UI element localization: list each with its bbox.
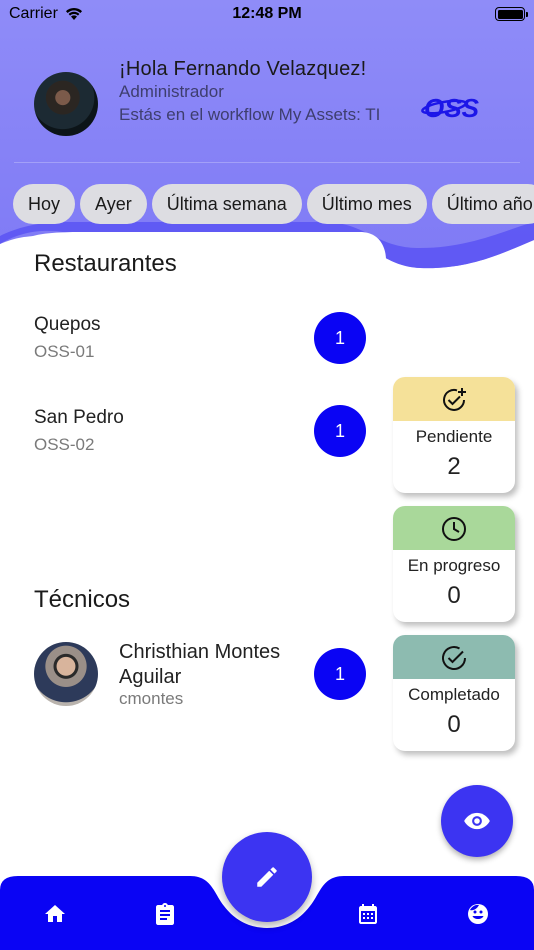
status-card-in-progress[interactable]: En progreso 0 bbox=[393, 506, 515, 622]
status-count: 0 bbox=[447, 711, 461, 738]
user-role: Administrador bbox=[119, 82, 224, 101]
status-bar: Carrier 12:48 PM bbox=[0, 0, 534, 30]
restaurants-title: Restaurantes bbox=[34, 250, 177, 277]
logo-text: OSS bbox=[424, 93, 480, 122]
header-background bbox=[0, 0, 534, 280]
technician-count-badge[interactable]: 1 bbox=[314, 648, 366, 700]
status-card-completed[interactable]: Completado 0 bbox=[393, 635, 515, 751]
filter-chip-today[interactable]: Hoy bbox=[13, 184, 76, 224]
restaurant-name[interactable]: Quepos bbox=[34, 314, 101, 336]
battery-icon bbox=[495, 7, 528, 21]
technician-username: cmontes bbox=[119, 689, 184, 708]
status-count: 2 bbox=[447, 453, 461, 480]
clock: 12:48 PM bbox=[232, 5, 302, 22]
user-avatar[interactable] bbox=[34, 72, 98, 136]
clipboard-icon[interactable] bbox=[153, 902, 177, 926]
date-filter-chips: Hoy Ayer Última semana Último mes Último… bbox=[13, 184, 534, 224]
status-label: Completado bbox=[408, 685, 500, 704]
view-button[interactable] bbox=[441, 785, 513, 857]
face-icon[interactable] bbox=[466, 902, 490, 926]
workflow-text: Estás en el workflow My Assets: TI bbox=[119, 105, 381, 124]
header-divider bbox=[14, 162, 520, 163]
status-label: En progreso bbox=[407, 556, 501, 575]
status-count: 0 bbox=[447, 582, 461, 609]
card-header bbox=[393, 377, 515, 421]
status-label: Pendiente bbox=[415, 427, 493, 446]
technicians-title: Técnicos bbox=[34, 586, 131, 613]
restaurant-count-badge[interactable]: 1 bbox=[314, 405, 366, 457]
filter-chip-last-week[interactable]: Última semana bbox=[151, 184, 302, 224]
restaurant-code: OSS-02 bbox=[34, 435, 95, 454]
oss-logo: OSS bbox=[421, 93, 480, 122]
clock-icon bbox=[442, 517, 466, 541]
restaurant-count-badge[interactable]: 1 bbox=[314, 312, 366, 364]
card-header bbox=[393, 506, 515, 550]
edit-button[interactable] bbox=[222, 832, 312, 922]
pencil-icon bbox=[257, 867, 277, 887]
filter-chip-yesterday[interactable]: Ayer bbox=[80, 184, 147, 224]
technician-name[interactable]: Christhian Montes Aguilar bbox=[119, 640, 299, 690]
filter-chip-last-year[interactable]: Último año bbox=[431, 184, 534, 224]
eye-icon bbox=[464, 812, 490, 830]
card-header bbox=[393, 635, 515, 679]
restaurant-code: OSS-01 bbox=[34, 342, 95, 361]
check-circle-plus-icon bbox=[443, 388, 466, 411]
technician-avatar[interactable] bbox=[34, 642, 98, 706]
check-circle-icon bbox=[442, 646, 466, 670]
home-icon[interactable] bbox=[43, 902, 67, 926]
status-card-pending[interactable]: Pendiente 2 bbox=[393, 377, 515, 493]
greeting-text: ¡Hola Fernando Velazquez! bbox=[119, 58, 367, 80]
restaurant-name[interactable]: San Pedro bbox=[34, 407, 124, 429]
calendar-icon[interactable] bbox=[356, 902, 380, 926]
filter-chip-last-month[interactable]: Último mes bbox=[306, 184, 427, 224]
